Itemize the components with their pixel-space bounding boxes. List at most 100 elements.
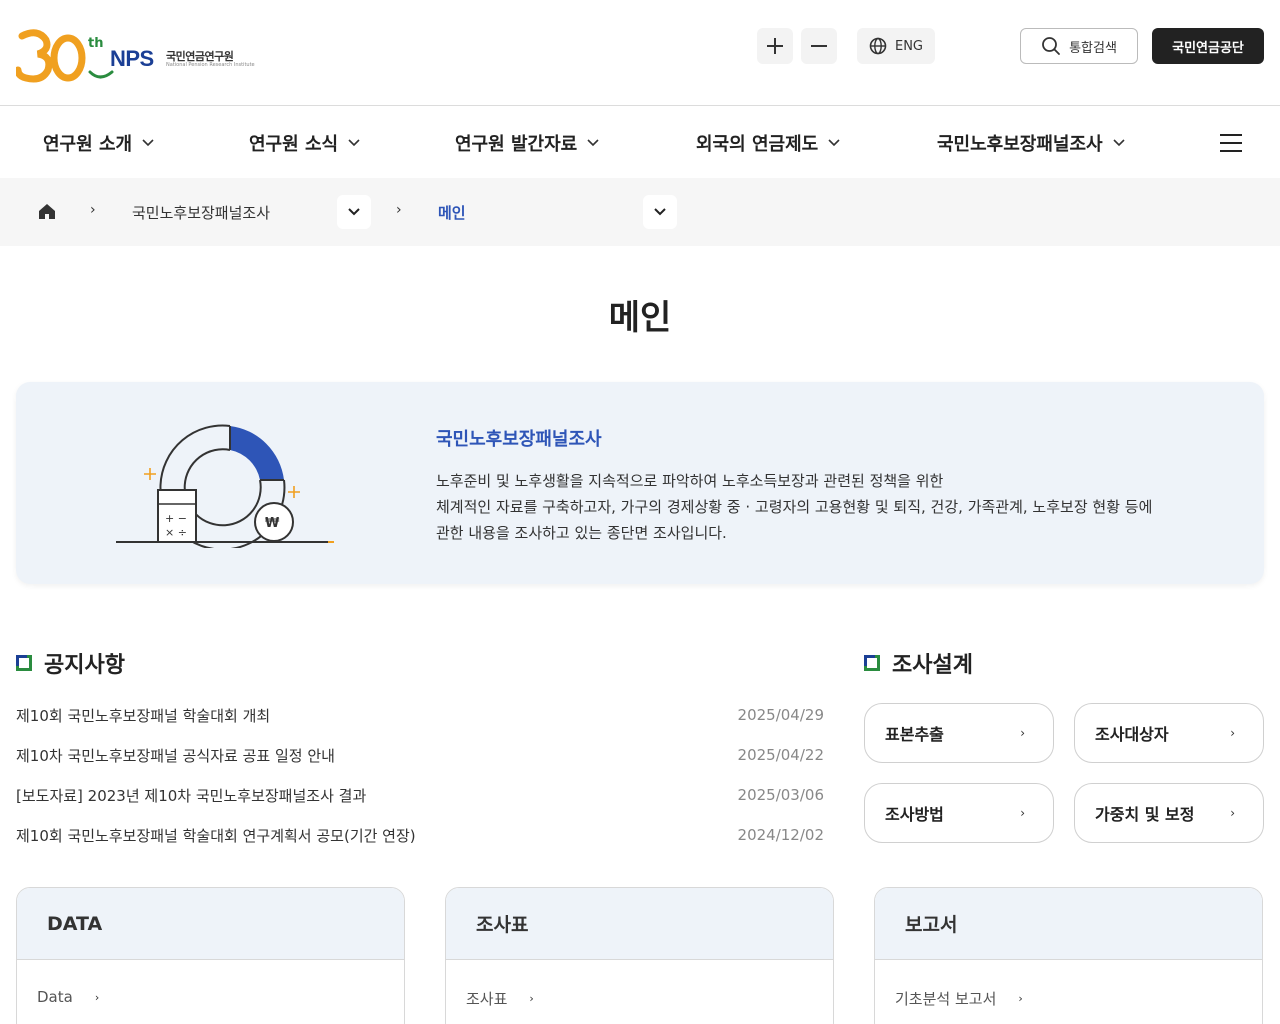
globe-icon — [869, 37, 887, 55]
zoom-in-button[interactable] — [757, 28, 793, 64]
chevron-right-icon: › — [396, 202, 402, 218]
card-questionnaire: 조사표 조사표 › — [445, 887, 834, 1024]
section-marker-icon — [16, 655, 32, 671]
card-title: 보고서 — [875, 888, 1262, 960]
chevron-right-icon: › — [1020, 806, 1025, 820]
design-weighting-button[interactable]: 가중치 및 보정 › — [1074, 783, 1264, 843]
language-button[interactable]: ENG — [857, 28, 935, 64]
chevron-right-icon: › — [529, 992, 534, 1005]
notice-title: 제10회 국민노후보장패널 학술대회 연구계획서 공모(기간 연장) — [16, 826, 416, 845]
card-reports: 보고서 기초분석 보고서 › — [874, 887, 1263, 1024]
nav-item-publications[interactable]: 연구원 발간자료 — [455, 130, 599, 156]
breadcrumb-level1-dropdown[interactable] — [337, 195, 371, 229]
chevron-right-icon: › — [1230, 806, 1235, 820]
design-respondents-button[interactable]: 조사대상자 › — [1074, 703, 1264, 763]
chevron-down-icon — [587, 139, 599, 147]
notice-date: 2025/03/06 — [737, 786, 824, 804]
logo-sup: th — [88, 36, 104, 51]
notice-item[interactable]: 제10회 국민노후보장패널 학술대회 개최 2025/04/29 — [16, 700, 824, 730]
home-icon — [39, 204, 55, 219]
donut-chart-illustration-icon: + − × ÷ ₩ — [116, 424, 334, 551]
plus-icon — [767, 38, 783, 54]
intro-line: 노후준비 및 노후생활을 지속적으로 파악하여 노후소득보장과 관련된 정책을 … — [436, 472, 944, 490]
svg-text:₩: ₩ — [265, 516, 280, 531]
chevron-right-icon: › — [90, 202, 96, 218]
integrated-search-button[interactable]: 통합검색 — [1020, 28, 1138, 64]
design-sampling-button[interactable]: 표본추출 › — [864, 703, 1054, 763]
svg-text:+ −: + − — [165, 512, 187, 525]
nps-link-button[interactable]: 국민연금공단 — [1152, 28, 1264, 64]
design-button-label: 가중치 및 보정 — [1095, 805, 1195, 824]
notice-title: [보도자료] 2023년 제10차 국민노후보장패널조사 결과 — [16, 786, 367, 805]
chevron-down-icon — [654, 208, 666, 216]
design-button-label: 조사대상자 — [1095, 725, 1169, 744]
notice-title: 제10차 국민노후보장패널 공식자료 공표 일정 안내 — [16, 746, 335, 765]
language-label: ENG — [894, 38, 923, 54]
logo-brand: NPS — [110, 46, 154, 71]
nav-item-label: 연구원 소식 — [249, 134, 339, 155]
minus-icon — [811, 45, 827, 47]
section-title-text: 조사설계 — [892, 653, 973, 678]
notice-item[interactable]: [보도자료] 2023년 제10차 국민노후보장패널조사 결과 2025/03/… — [16, 780, 824, 810]
svg-text:× ÷: × ÷ — [165, 526, 187, 539]
intro-panel: + − × ÷ ₩ 국민노후보장패널조사 노후준비 및 노후생활을 지속적으로 … — [16, 382, 1264, 584]
design-section-title: 조사설계 — [864, 647, 973, 679]
hamburger-menu-button[interactable] — [1220, 134, 1242, 152]
chevron-right-icon: › — [1020, 726, 1025, 740]
chevron-right-icon: › — [1018, 992, 1023, 1005]
section-marker-icon — [864, 655, 880, 671]
notice-date: 2025/04/29 — [737, 706, 824, 724]
card-title: DATA — [17, 888, 404, 960]
breadcrumb-level1: 국민노후보장패널조사 — [132, 204, 271, 222]
main-nav: 연구원 소개 연구원 소식 연구원 발간자료 외국의 연금제도 국민노후보장패널… — [0, 106, 1280, 178]
notice-title: 제10회 국민노후보장패널 학술대회 개최 — [16, 706, 271, 725]
notice-date: 2024/12/02 — [737, 826, 824, 844]
intro-line: 체계적인 자료를 구축하고자, 가구의 경제상황 중 · 고령자의 고용현황 및… — [436, 498, 1153, 516]
nav-item-news[interactable]: 연구원 소식 — [249, 130, 360, 156]
search-label: 통합검색 — [1069, 40, 1117, 56]
section-title-text: 공지사항 — [44, 653, 125, 678]
design-button-label: 조사방법 — [885, 805, 944, 824]
design-button-label: 표본추출 — [885, 725, 944, 744]
zoom-out-button[interactable] — [801, 28, 837, 64]
card-data: DATA Data › — [16, 887, 405, 1024]
card-link-label: 기초분석 보고서 — [895, 990, 997, 1008]
notice-item[interactable]: 제10차 국민노후보장패널 공식자료 공표 일정 안내 2025/04/22 — [16, 740, 824, 770]
nav-item-label: 연구원 발간자료 — [455, 134, 578, 155]
card-link-label: Data — [37, 988, 73, 1006]
nav-item-label: 외국의 연금제도 — [696, 134, 819, 155]
intro-title: 국민노후보장패널조사 — [436, 429, 602, 450]
site-header: th NPS 국민연금연구원 National Pension Research… — [0, 0, 1280, 106]
page-title: 메인 — [608, 298, 672, 338]
design-method-button[interactable]: 조사방법 › — [864, 783, 1054, 843]
card-title: 조사표 — [446, 888, 833, 960]
logo-30th-emblem — [16, 29, 114, 83]
notice-item[interactable]: 제10회 국민노후보장패널 학술대회 연구계획서 공모(기간 연장) 2024/… — [16, 820, 824, 850]
nav-item-label: 국민노후보장패널조사 — [937, 134, 1103, 155]
nav-item-about[interactable]: 연구원 소개 — [43, 130, 154, 156]
chevron-down-icon — [142, 139, 154, 147]
intro-line: 관한 내용을 조사하고 있는 종단면 조사입니다. — [436, 524, 727, 542]
breadcrumb-home[interactable] — [38, 203, 56, 224]
chevron-right-icon: › — [94, 990, 100, 1004]
site-logo[interactable]: th NPS 국민연금연구원 National Pension Research… — [16, 26, 256, 84]
card-link-questionnaire[interactable]: 조사표 › — [466, 988, 534, 1009]
card-link-basic-report[interactable]: 기초분석 보고서 › — [895, 988, 1023, 1009]
card-link-label: 조사표 — [466, 990, 508, 1008]
breadcrumb: › 국민노후보장패널조사 › 메인 — [0, 178, 1280, 246]
intro-description: 노후준비 및 노후생활을 지속적으로 파악하여 노후소득보장과 관련된 정책을 … — [436, 468, 1236, 546]
nav-item-kreis[interactable]: 국민노후보장패널조사 — [937, 130, 1125, 156]
nav-item-label: 연구원 소개 — [43, 134, 133, 155]
chevron-down-icon — [828, 139, 840, 147]
breadcrumb-level2-dropdown[interactable] — [643, 195, 677, 229]
chevron-down-icon — [1113, 139, 1125, 147]
notices-section-title: 공지사항 — [16, 647, 125, 679]
chevron-down-icon — [348, 139, 360, 147]
nav-item-foreign-pensions[interactable]: 외국의 연금제도 — [696, 130, 840, 156]
card-link-data[interactable]: Data › — [37, 988, 99, 1006]
survey-illustration: + − × ÷ ₩ — [114, 418, 338, 552]
search-icon — [1042, 37, 1060, 55]
chevron-down-icon — [348, 208, 360, 216]
chevron-right-icon: › — [1230, 726, 1235, 740]
notice-date: 2025/04/22 — [737, 746, 824, 764]
